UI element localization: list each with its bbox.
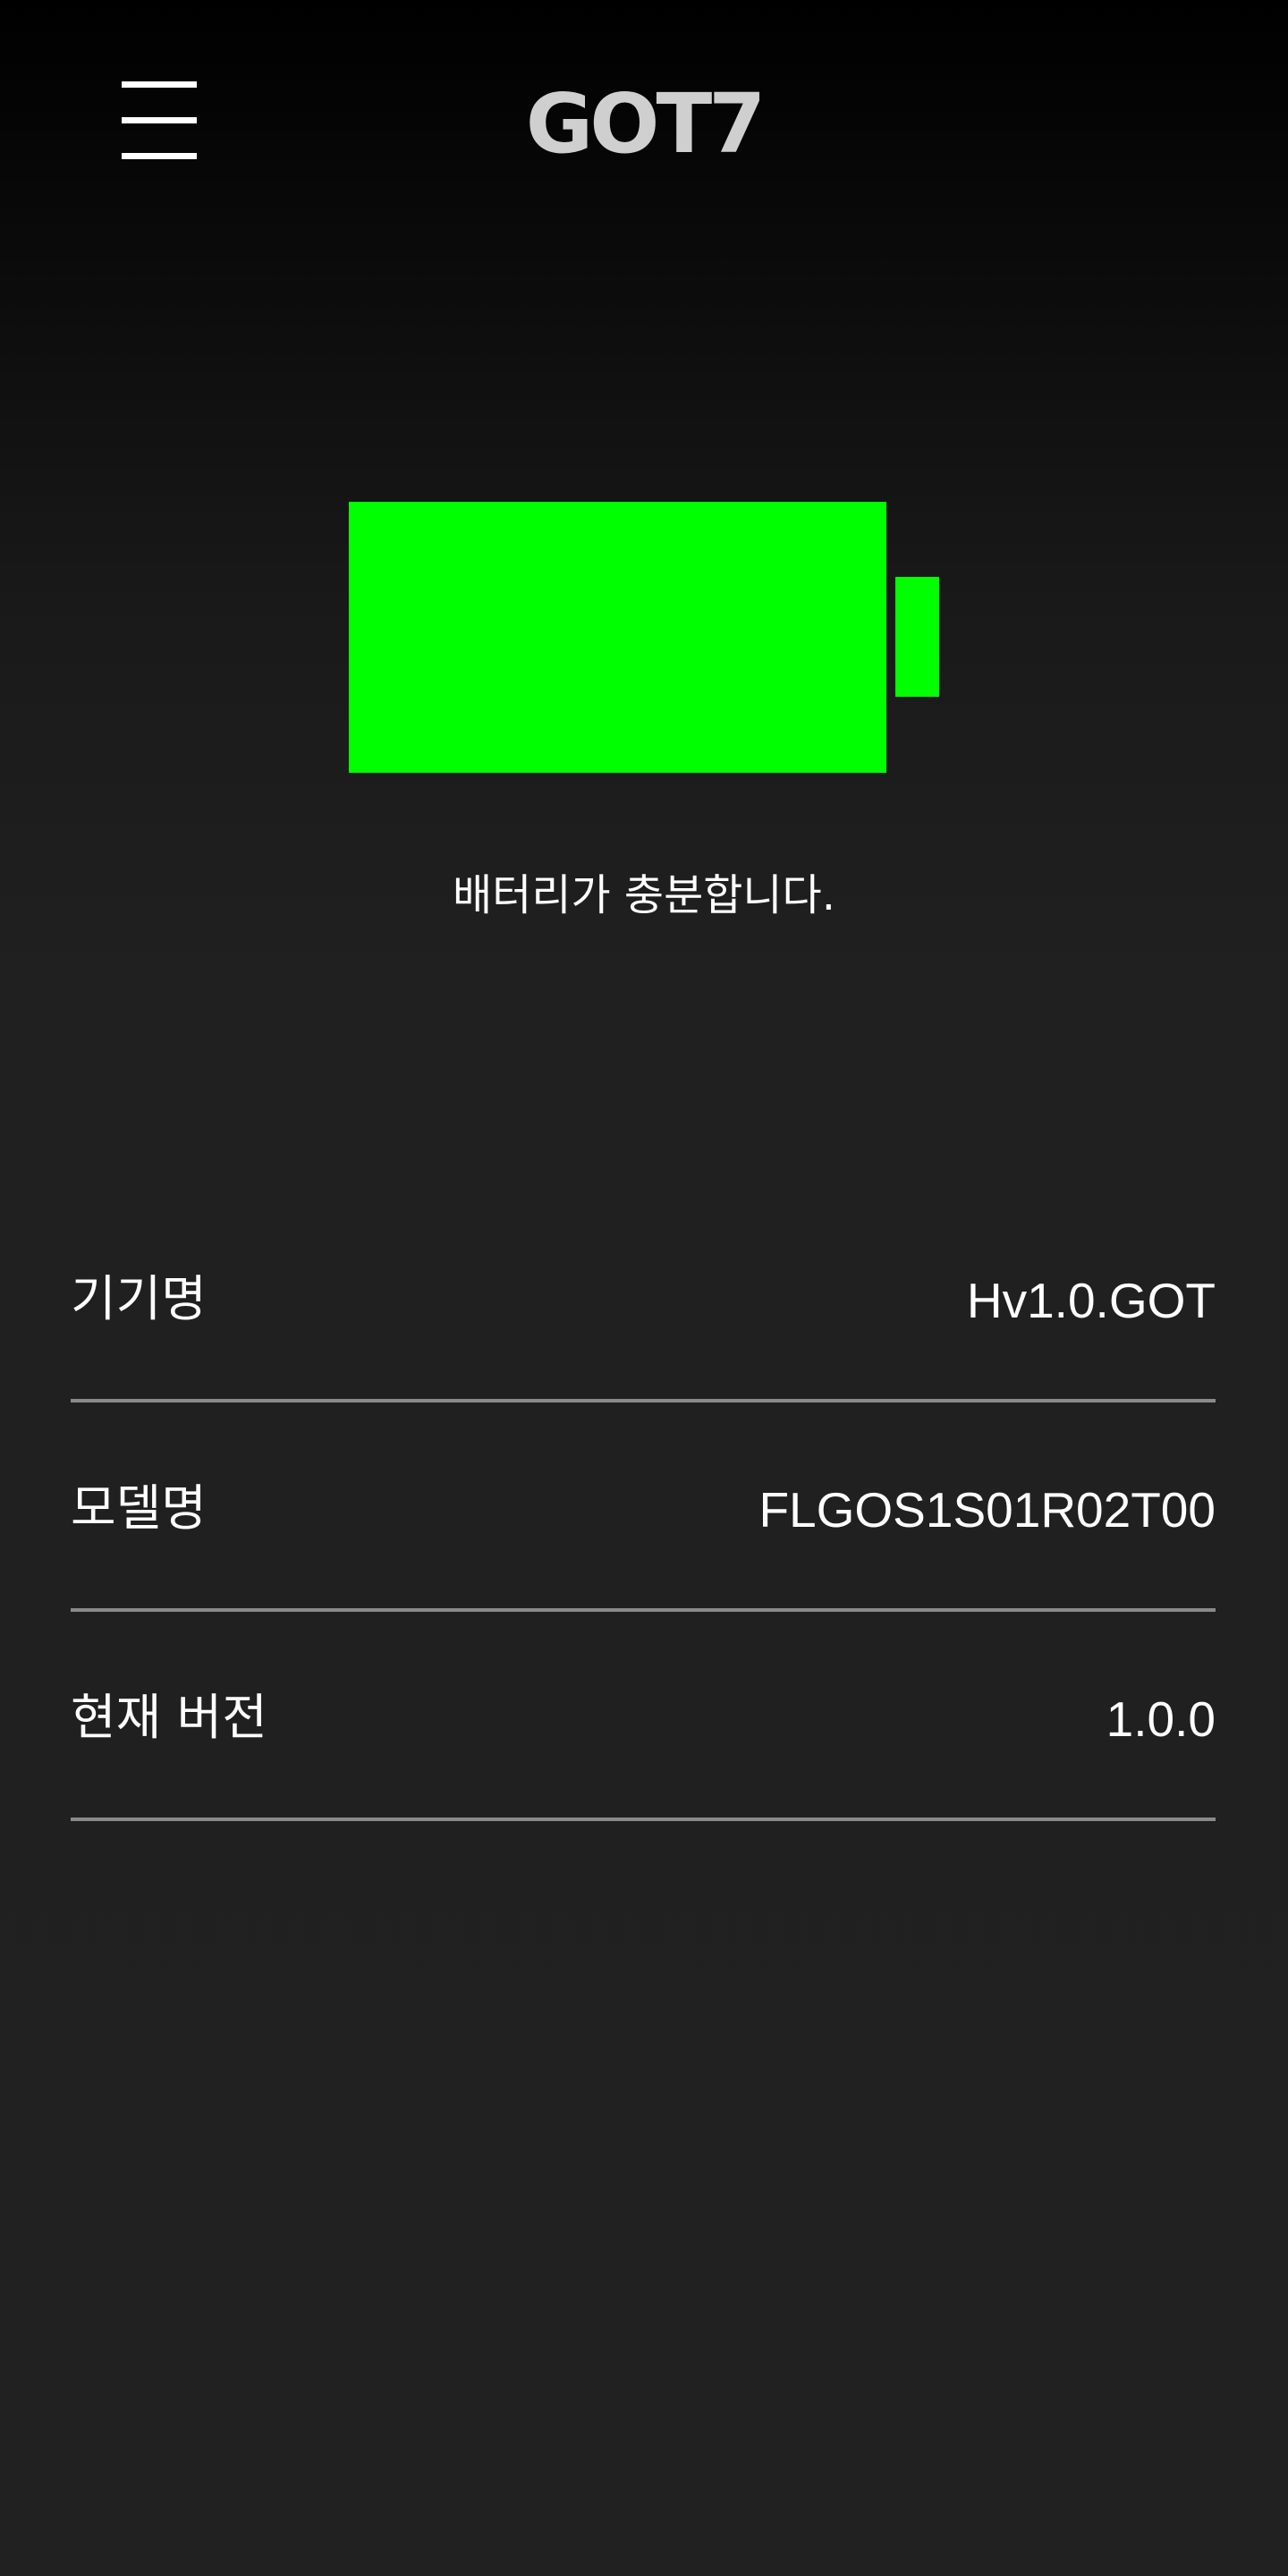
info-row-current-version: 현재 버전 1.0.0 [71, 1612, 1216, 1821]
menu-button[interactable] [106, 72, 213, 170]
device-name-value: Hv1.0.GOT [966, 1273, 1216, 1328]
got7-logo: GOT7 [526, 76, 767, 170]
info-row-device-name: 기기명 Hv1.0.GOT [71, 1193, 1216, 1402]
device-info-list: 기기명 Hv1.0.GOT 모델명 FLGOS1S01R02T00 현재 버전 … [71, 1193, 1216, 1821]
model-name-label: 모델명 [71, 1479, 207, 1537]
current-version-value: 1.0.0 [1106, 1691, 1216, 1747]
device-name-label: 기기명 [71, 1270, 207, 1327]
battery-body [349, 502, 886, 773]
app-header: GOT7 [0, 0, 1288, 233]
logo-text: GOT7 [526, 76, 763, 170]
info-row-model-name: 모델명 FLGOS1S01R02T00 [71, 1402, 1216, 1612]
current-version-label: 현재 버전 [71, 1689, 267, 1746]
battery-tip [895, 577, 939, 697]
battery-status-text: 배터리가 충분합니다. [453, 870, 835, 920]
battery-level-fill [349, 502, 886, 773]
model-name-value: FLGOS1S01R02T00 [758, 1482, 1216, 1538]
battery-indicator [349, 502, 939, 773]
